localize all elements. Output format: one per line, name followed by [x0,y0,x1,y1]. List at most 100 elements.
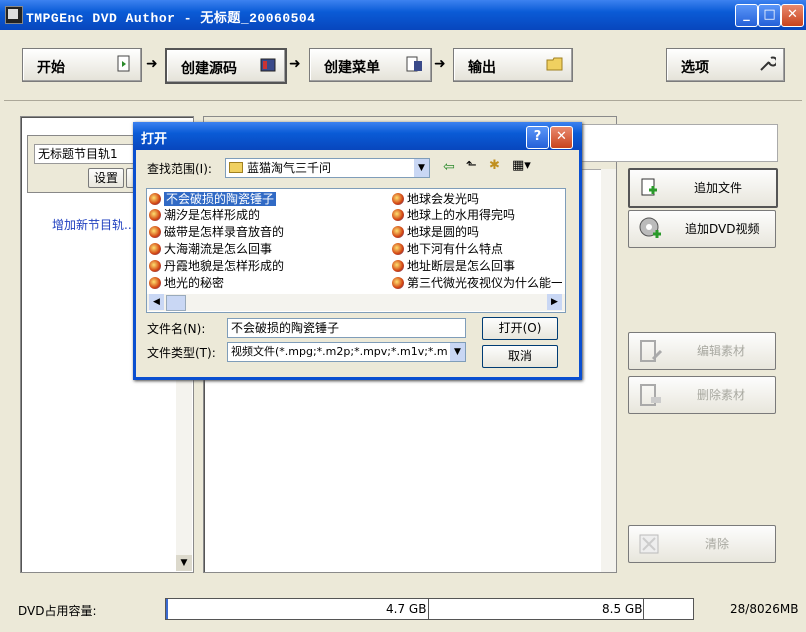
arrow-icon: ➜ [434,56,446,72]
list-item[interactable]: 地球上的水用得完吗 [392,207,515,223]
list-item[interactable]: 地下河有什么特点 [392,241,503,257]
close-button[interactable]: ✕ [781,4,804,27]
add-file-label: 追加文件 [694,181,743,195]
video-file-icon [149,193,161,205]
mark-8.5 [643,599,644,619]
capacity-bar: 4.7 GB 8.5 GB [165,598,694,620]
clip-info-box [576,124,778,162]
edit-clip-button[interactable]: 编辑素材 [628,332,776,370]
page-icon [117,55,130,72]
video-file-icon [149,226,161,238]
video-file-icon [392,209,404,221]
dvd-capacity-label: DVD占用容量: [18,604,97,618]
look-in-label: 查找范围(I): [147,162,212,176]
up-folder-icon[interactable]: ⬑ [466,158,477,173]
video-file-icon [149,209,161,221]
dialog-title: 打开 [141,132,168,147]
filetype-label: 文件类型(T): [147,346,216,360]
list-item[interactable]: 地光的秘密 [149,275,224,291]
scroll-down-icon[interactable]: ▼ [176,555,192,571]
app-icon [5,6,23,24]
divider [4,100,802,101]
settings-button[interactable]: 设置 [88,168,124,188]
video-file-icon [392,243,404,255]
folder-icon [546,57,563,71]
video-file-icon [392,226,404,238]
dialog-title-bar: 打开 ? ✕ [133,122,582,150]
filename-input[interactable]: 不会破损的陶瓷锤子 [227,318,466,338]
look-in-value: 蓝猫淘气三千问 [247,161,332,175]
cancel-button[interactable]: 取消 [482,345,558,368]
list-item[interactable]: 地球是圆的吗 [392,224,479,240]
add-dvd-label: 追加DVD视频 [685,222,760,236]
new-folder-icon[interactable]: ✱ [489,158,500,173]
add-file-button[interactable]: 追加文件 [628,168,778,208]
file-list[interactable]: 不会破损的陶瓷锤子 潮汐是怎样形成的 磁带是怎样录音放音的 大海潮流是怎么回事 … [146,188,566,313]
create-menu-label: 创建菜单 [324,61,380,77]
clear-button[interactable]: 清除 [628,525,776,563]
list-item[interactable]: 地址断层是怎么回事 [392,258,515,274]
video-file-icon [149,260,161,272]
look-in-select[interactable]: 蓝猫淘气三千问 ▼ [225,158,430,178]
video-file-icon [392,260,404,272]
chevron-down-icon[interactable]: ▼ [450,343,465,361]
options-label: 选项 [681,61,709,77]
video-file-icon [392,277,404,289]
open-button[interactable]: 打开(O) [482,317,558,340]
start-label: 开始 [37,61,65,77]
dialog-close-button[interactable]: ✕ [550,126,573,149]
edit-clip-label: 编辑素材 [697,344,746,358]
add-track-link[interactable]: 增加新节目轨... [52,216,135,233]
list-item[interactable]: 不会破损的陶瓷锤子 [149,191,277,207]
window-title-bar: TMPGEnc DVD Author - 无标题_20060504 _ □ ✕ [0,0,806,30]
output-button[interactable]: 输出 [453,48,573,82]
dvd-disc-icon [639,217,661,238]
options-button[interactable]: 选项 [666,48,785,82]
clear-label: 清除 [705,537,730,551]
scroll-thumb[interactable] [166,295,186,311]
arrow-icon: ➜ [146,56,158,72]
clip-scrollbar[interactable] [601,169,616,572]
scroll-left-icon[interactable]: ◀ [149,294,164,310]
horizontal-scrollbar[interactable]: ◀ ▶ [147,294,565,311]
list-item[interactable]: 磁带是怎样录音放音的 [149,224,284,240]
capacity-fill [166,599,168,619]
window-title: TMPGEnc DVD Author - 无标题_20060504 [26,11,316,26]
delete-clip-label: 删除素材 [697,388,746,402]
start-button[interactable]: 开始 [22,48,142,82]
output-label: 输出 [468,61,496,77]
video-file-icon [149,277,161,289]
filetype-select[interactable]: 视频文件(*.mpg;*.m2p;*.mpv;*.m1v;*.m ▼ [227,342,466,362]
scroll-right-icon[interactable]: ▶ [547,294,562,310]
open-file-dialog: 打开 ? ✕ 查找范围(I): 蓝猫淘气三千问 ▼ ⇦ ⬑ ✱ ▦▾ 不会破损的… [133,122,582,380]
minimize-button[interactable]: _ [735,4,758,27]
menu-doc-icon [406,56,422,72]
video-file-icon [149,243,161,255]
add-file-icon [641,178,657,196]
wrench-icon [760,56,776,71]
view-menu-icon[interactable]: ▦▾ [512,158,531,173]
status-bar: DVD占用容量: 4.7 GB 8.5 GB 28/8026MB [0,596,806,632]
add-dvd-button[interactable]: 追加DVD视频 [628,210,776,248]
film-delete-icon [640,384,661,406]
clear-icon [639,534,659,554]
list-item[interactable]: 地球会发光吗 [392,191,479,207]
mark-4.7 [428,599,429,619]
arrow-icon: ➜ [289,56,301,72]
film-edit-icon [640,340,663,362]
create-source-button[interactable]: 创建源码 [165,48,287,84]
help-button[interactable]: ? [526,126,549,149]
list-item[interactable]: 大海潮流是怎么回事 [149,241,272,257]
list-item[interactable]: 丹霞地貌是怎样形成的 [149,258,284,274]
film-box-icon [260,58,276,72]
maximize-button[interactable]: □ [758,4,781,27]
delete-clip-button[interactable]: 删除素材 [628,376,776,414]
create-source-label: 创建源码 [181,62,237,78]
chevron-down-icon[interactable]: ▼ [414,159,429,177]
create-menu-button[interactable]: 创建菜单 [309,48,432,82]
filename-label: 文件名(N): [147,322,206,336]
list-item[interactable]: 第三代微光夜视仪为什么能一 [392,275,562,291]
video-file-icon [392,193,404,205]
list-item[interactable]: 潮汐是怎样形成的 [149,207,260,223]
back-icon[interactable]: ⇦ [443,159,455,175]
